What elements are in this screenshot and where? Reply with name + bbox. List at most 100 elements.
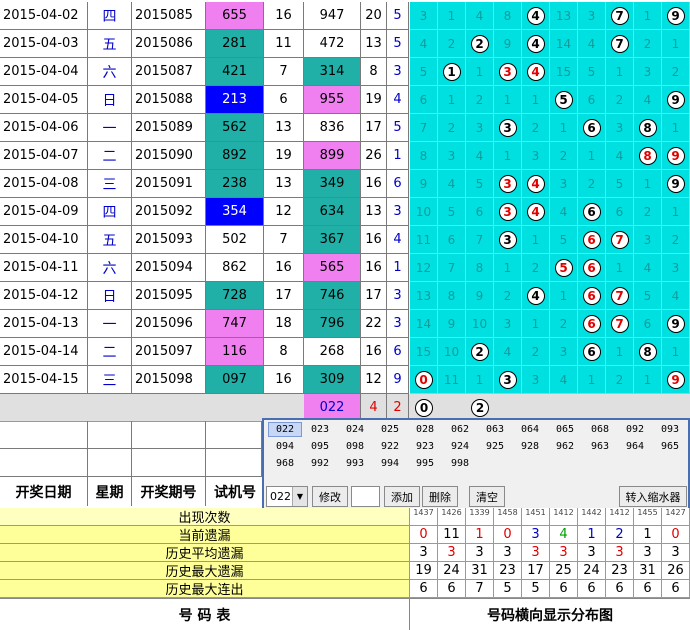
stat-value: 3 [606,544,634,562]
dist-cell-6: 6 [578,86,606,114]
stat-value: 6 [634,580,662,598]
dist-cell-3: 1 [494,254,522,282]
lottery-sheet: 2015-04-02 四 2015085 655 16 947 20 5 2015-04-03 五… [0,0,690,630]
row-issue: 2015087 [132,58,206,86]
code-item[interactable]: 925 [478,439,512,454]
code-item[interactable]: 094 [268,439,302,454]
code-item[interactable]: 965 [653,439,687,454]
code-item[interactable]: 962 [548,439,582,454]
row-issue: 2015092 [132,198,206,226]
delete-button[interactable]: 删除 [422,486,458,507]
blank-cell [132,449,206,477]
dist-cell-5: 15 [550,58,578,86]
stat-value: 6 [410,580,438,598]
code-item[interactable]: 062 [443,422,477,437]
stat-value: 26 [662,562,690,580]
dist-cell-6: 3 [578,2,606,30]
code-item[interactable]: 928 [513,439,547,454]
row-a: 7 [264,226,304,254]
dist-cell-1: 2 [438,30,466,58]
code-item[interactable]: 023 [303,422,337,437]
dist-cell-8: 4 [634,254,662,282]
stat-value: 31 [634,562,662,580]
dist-cell-0: 11 [410,226,438,254]
hit-circle: 7 [610,6,629,25]
code-item[interactable]: 995 [408,456,442,471]
row-date: 2015-04-05 [0,86,88,114]
dist-cell-3: 9 [494,30,522,58]
stat-value: 1412 [550,508,578,526]
code-input[interactable] [351,486,380,507]
hit-circle: 3 [498,174,517,193]
dist-cell-8: 6 [634,310,662,338]
stat-value: 24 [438,562,466,580]
dist-cell-7: 1 [606,58,634,86]
hit-circle: 9 [666,174,685,193]
stat-value: 1427 [662,508,690,526]
shrink-button[interactable]: 转入缩水器 [619,486,687,507]
code-item[interactable]: 922 [373,439,407,454]
dist-cell-0: 12 [410,254,438,282]
code-item[interactable]: 092 [618,422,652,437]
row-win: 899 [304,142,361,170]
dist-cell-8: 1 [634,170,662,198]
dist-cell-4: 2 [522,254,550,282]
code-select[interactable]: 022 ▼ [266,486,308,507]
header-date: 开奖日期 [0,477,88,506]
code-item[interactable]: 964 [618,439,652,454]
row-win: 955 [304,86,361,114]
add-button[interactable]: 添加 [384,486,420,507]
row-issue: 2015090 [132,142,206,170]
row-date: 2015-04-12 [0,282,88,310]
dist-cell-5: 2 [550,310,578,338]
code-item[interactable]: 998 [443,456,477,471]
stat-value: 6 [662,580,690,598]
code-item[interactable]: 063 [478,422,512,437]
stat-label: 历史最大遗漏 [0,562,410,580]
hit-circle: 6 [582,202,601,221]
code-item[interactable]: 968 [268,456,302,471]
dist-cell-0: 0 [410,366,438,394]
dist-cell-5: 1 [550,114,578,142]
clear-button[interactable]: 清空 [469,486,505,507]
row-test: 421 [206,58,264,86]
code-item[interactable]: 924 [443,439,477,454]
code-item[interactable]: 024 [338,422,372,437]
stat-value: 1442 [578,508,606,526]
hit-circle: 7 [610,34,629,53]
code-item[interactable]: 025 [373,422,407,437]
code-item[interactable]: 068 [583,422,617,437]
row-weekday: 日 [88,282,132,310]
code-item[interactable]: 065 [548,422,582,437]
code-item[interactable]: 993 [338,456,372,471]
hit-circle: 4 [526,6,545,25]
dist-cell-3: 1 [494,86,522,114]
stat-value: 1339 [466,508,494,526]
chevron-down-icon[interactable]: ▼ [292,487,307,506]
stat-value: 0 [410,526,438,544]
stat-value: 3 [410,544,438,562]
dist-cell-1: 6 [438,226,466,254]
dist-cell-7: 1 [606,254,634,282]
dist-cell-0: 7 [410,114,438,142]
dist-cell-6: 6 [578,338,606,366]
code-item[interactable]: 028 [408,422,442,437]
code-item[interactable]: 093 [653,422,687,437]
dist-cell-4: 1 [522,310,550,338]
modify-button[interactable]: 修改 [312,486,348,507]
dist-cell-0: 6 [410,86,438,114]
row-span: 3 [387,282,409,310]
code-item[interactable]: 064 [513,422,547,437]
row-a: 8 [264,338,304,366]
row-date: 2015-04-09 [0,198,88,226]
stat-value: 1455 [634,508,662,526]
code-item[interactable]: 994 [373,456,407,471]
code-item[interactable]: 022 [268,422,302,437]
code-item[interactable]: 098 [338,439,372,454]
code-item[interactable]: 963 [583,439,617,454]
row-issue: 2015086 [132,30,206,58]
dist-cell-1: 4 [438,170,466,198]
code-item[interactable]: 992 [303,456,337,471]
code-item[interactable]: 095 [303,439,337,454]
code-item[interactable]: 923 [408,439,442,454]
